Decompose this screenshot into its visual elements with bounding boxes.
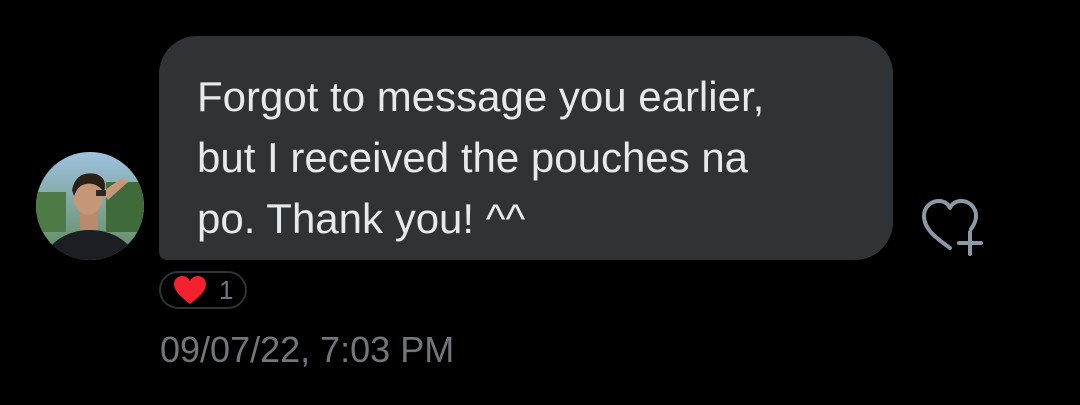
reaction-count: 1 — [219, 275, 234, 305]
message-timestamp: 09/07/22, 7:03 PM — [160, 329, 455, 370]
heart-plus-icon — [922, 199, 983, 256]
avatar-photo — [36, 152, 144, 260]
message-text: Forgot to message you earlier, but I rec… — [197, 73, 765, 242]
dm-conversation: Forgot to message you earlier, but I rec… — [0, 0, 1080, 405]
reaction-pill[interactable]: 1 — [159, 271, 248, 309]
message-bubble[interactable]: Forgot to message you earlier, but I rec… — [159, 36, 893, 260]
sender-avatar[interactable] — [36, 152, 144, 260]
red-heart-icon — [174, 276, 206, 304]
add-reaction-button[interactable] — [918, 196, 988, 258]
